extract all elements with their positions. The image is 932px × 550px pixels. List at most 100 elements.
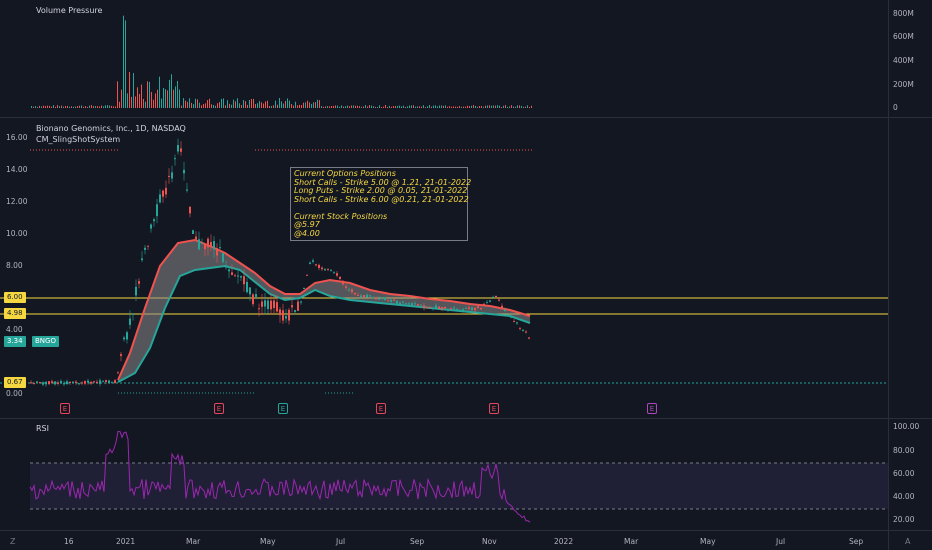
candle-body [72, 381, 74, 383]
volume-axis-label: 800M [893, 9, 914, 18]
volume-bar [145, 101, 146, 108]
volume-axis-label: 400M [893, 56, 914, 65]
indicator-title[interactable]: CM_SlingShotSystem [36, 135, 120, 144]
price-chart[interactable] [0, 118, 888, 418]
volume-bar [311, 103, 312, 108]
volume-bar [249, 99, 250, 108]
volume-bar [341, 105, 342, 108]
candle-body [135, 286, 137, 296]
candle-body [345, 286, 347, 288]
volume-bar [275, 100, 276, 108]
candle-body [195, 236, 197, 240]
candle-body [114, 380, 116, 384]
candle-body [123, 337, 125, 340]
volume-bar [399, 105, 400, 108]
candle-body [465, 307, 467, 309]
volume-bar [521, 105, 522, 108]
candle-body [327, 268, 329, 270]
candle-body [417, 304, 419, 306]
candle-body [240, 276, 242, 278]
volume-bar [373, 106, 374, 108]
rsi-axis-label: 80.00 [893, 446, 915, 455]
volume-bar [469, 105, 470, 108]
volume-bar [441, 105, 442, 108]
candle-body [234, 275, 236, 277]
candle-body [405, 303, 407, 305]
candle-body [372, 297, 374, 299]
time-axis-label: Nov [482, 537, 497, 546]
volume-bar [407, 106, 408, 108]
volume-bar [445, 105, 446, 108]
time-axis-label: Sep [410, 537, 425, 546]
candle-body [459, 310, 461, 312]
volume-bar [433, 105, 434, 108]
candle-body [48, 381, 50, 385]
candle-body [510, 316, 512, 318]
candle-body [525, 331, 527, 333]
volume-bar [41, 106, 42, 108]
candle-body [219, 247, 221, 249]
volume-bar [279, 98, 280, 108]
volume-bar [57, 105, 58, 108]
earnings-marker-icon[interactable]: E [489, 403, 499, 414]
candle-body [213, 241, 215, 250]
volume-bar [389, 105, 390, 108]
time-axis-label: Sep [849, 537, 864, 546]
volume-bar [285, 100, 286, 108]
candle-body [78, 383, 80, 385]
earnings-marker-icon[interactable]: E [214, 403, 224, 414]
candle-body [330, 269, 332, 271]
time-axis-label: Jul [776, 537, 786, 546]
candle-body [474, 307, 476, 311]
volume-bar [315, 102, 316, 108]
candle-body [216, 248, 218, 256]
volume-bar [171, 74, 172, 108]
volume-bar [505, 105, 506, 108]
symbol-title[interactable]: Bionano Genomics, Inc., 1D, NASDAQ [36, 124, 186, 133]
earnings-marker-icon[interactable]: E [278, 403, 288, 414]
volume-bar [51, 106, 52, 108]
volume-bar [85, 106, 86, 108]
earnings-marker-icon[interactable]: E [376, 403, 386, 414]
candle-body [207, 238, 209, 248]
candle-body [198, 239, 200, 250]
candle-body [225, 266, 227, 268]
level-tag-067: 0.67 [4, 377, 26, 388]
candle-body [504, 309, 506, 311]
annotation-line: Short Calls - Strike 6.00 @0.21, 21-01-2… [294, 194, 469, 204]
volume-bar [95, 106, 96, 108]
candle-body [354, 292, 356, 295]
candle-body [222, 252, 224, 262]
candle-body [477, 306, 479, 308]
auto-scale-icon[interactable]: A [905, 537, 910, 546]
volume-bar [467, 105, 468, 108]
volume-bar [217, 103, 218, 108]
rsi-chart[interactable] [0, 419, 888, 530]
zoom-reset-icon[interactable]: Z [10, 537, 15, 546]
volume-bar [415, 106, 416, 108]
candle-body [192, 230, 194, 234]
candle-body [228, 269, 230, 272]
volume-bar [245, 101, 246, 108]
volume-bar [129, 71, 130, 108]
volume-bar [215, 105, 216, 108]
candle-body [288, 309, 290, 321]
candle-body [102, 380, 104, 382]
earnings-marker-icon[interactable]: E [60, 403, 70, 414]
volume-bar [111, 105, 112, 108]
rsi-axis-label: 40.00 [893, 492, 915, 501]
volume-bar [265, 101, 266, 108]
volume-bar [379, 105, 380, 108]
volume-bar [241, 105, 242, 108]
volume-bar [335, 105, 336, 108]
earnings-marker-icon[interactable]: E [647, 403, 657, 414]
volume-bar [181, 105, 182, 108]
rsi-title[interactable]: RSI [36, 424, 49, 433]
volume-bar [499, 105, 500, 108]
volume-bar [349, 106, 350, 108]
positions-annotation[interactable]: Current Options Positions Short Calls - … [290, 167, 471, 241]
volume-bar [307, 100, 308, 108]
volume-bar [497, 105, 498, 108]
volume-bar [331, 106, 332, 108]
candle-body [360, 295, 362, 298]
